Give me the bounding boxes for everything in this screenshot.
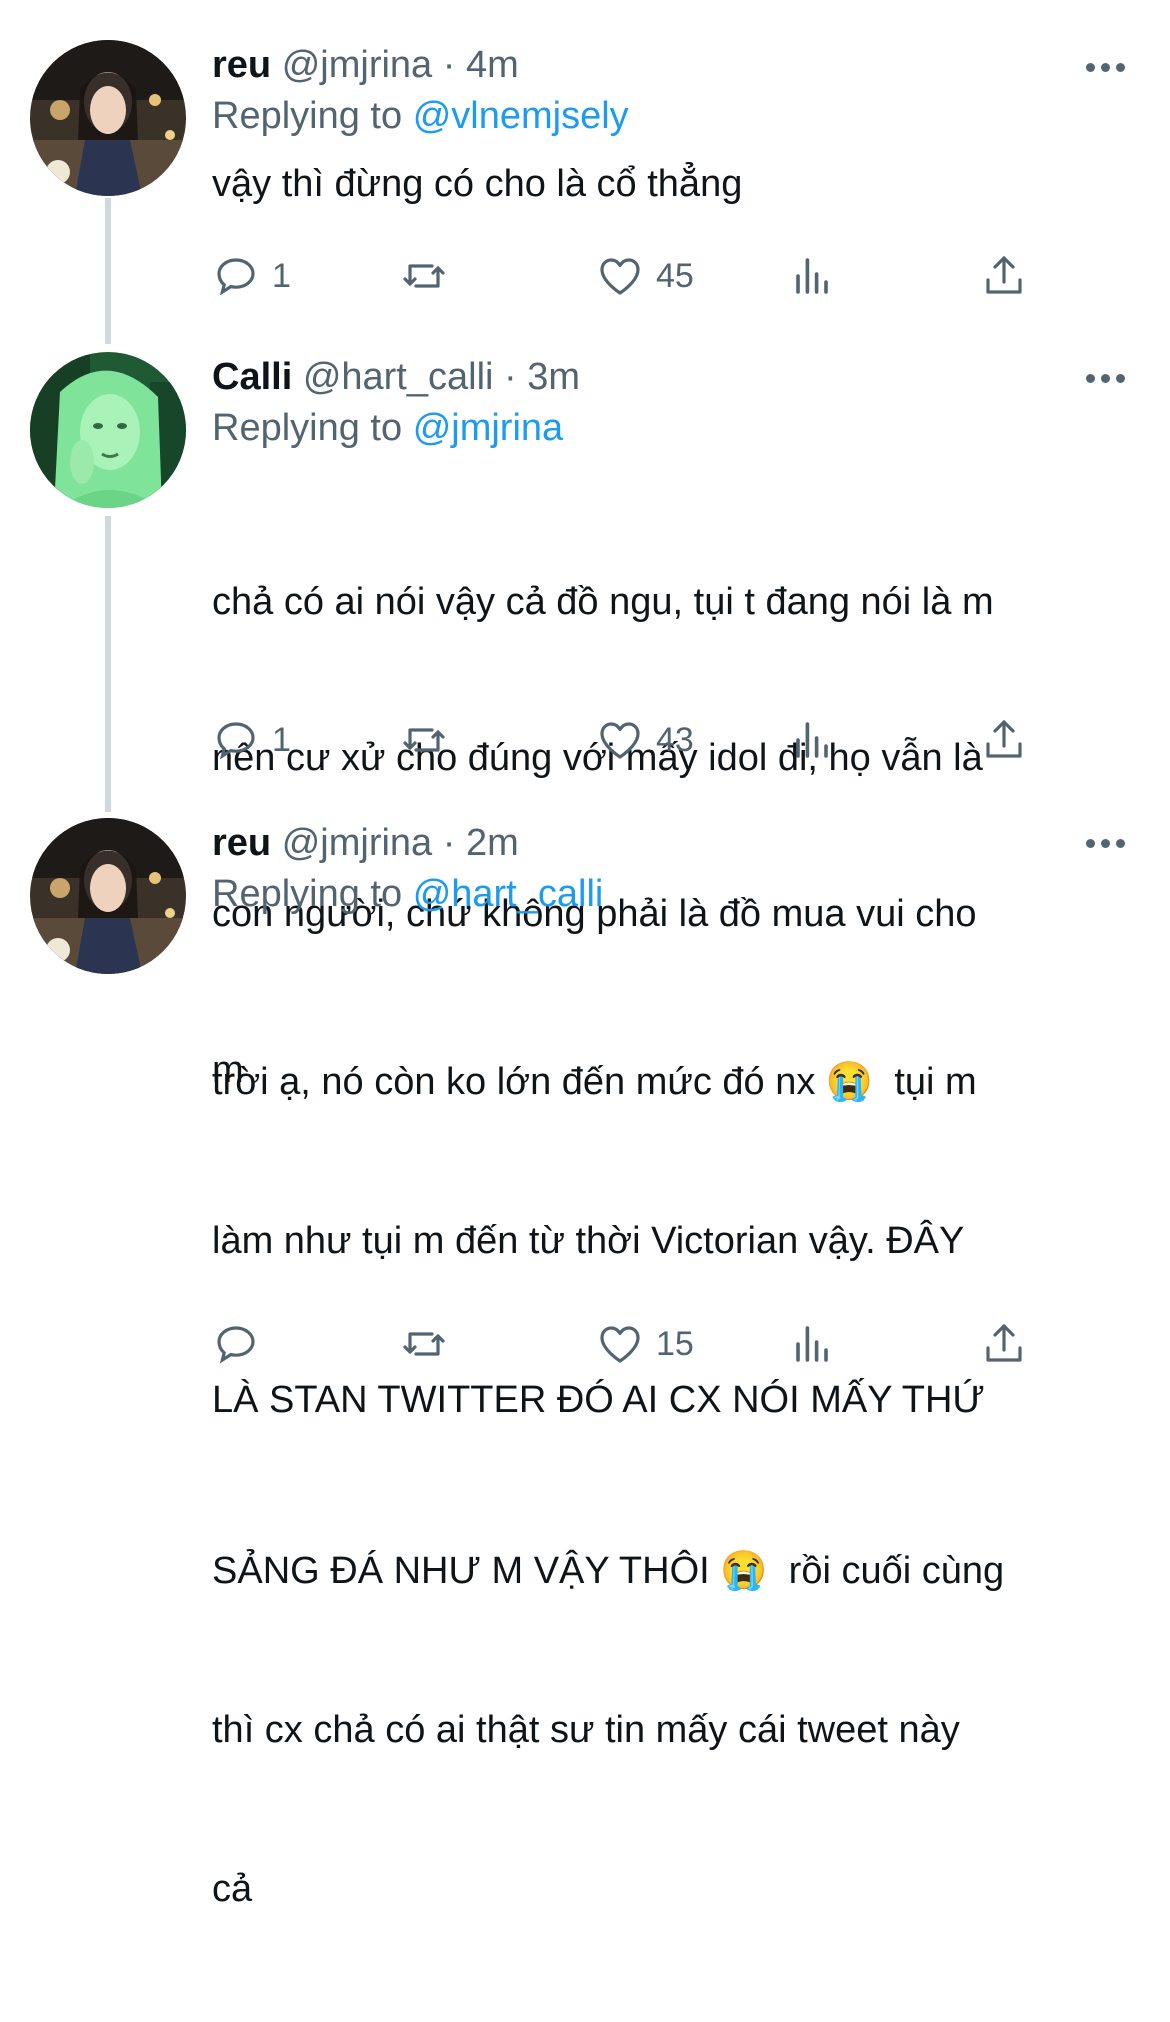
timestamp[interactable]: 4m <box>466 44 519 86</box>
tweet-text-line: làm như tụi m đến từ thời Victorian vậy.… <box>212 1220 965 1262</box>
heart-outline-icon <box>600 258 640 295</box>
analytics-button[interactable] <box>788 710 836 770</box>
mention-link[interactable]: @jmjrina <box>413 407 563 449</box>
reply-button[interactable] <box>212 1314 272 1374</box>
bar-chart-icon <box>796 722 828 758</box>
timestamp[interactable]: 3m <box>527 356 580 398</box>
tweet-actions: 15 <box>212 1314 1052 1374</box>
share-upload-icon <box>986 720 1022 758</box>
tweet-text-line: SẢNG ĐÁ NHƯ M VẬY THÔI 😭 rồi cuối cùng <box>212 1550 1005 1592</box>
reply-count: 1 <box>272 720 291 759</box>
share-button[interactable] <box>980 710 1028 770</box>
like-button[interactable]: 45 <box>596 246 694 306</box>
replying-to: Replying to @jmjrina <box>212 402 1126 454</box>
heart-outline-icon <box>600 722 640 759</box>
bar-chart-icon <box>796 1326 828 1362</box>
retweet-button[interactable] <box>400 246 460 306</box>
reply-count: 1 <box>272 256 291 295</box>
tweet-text-line: thì cx chả có ai thật sư tin mấy cái twe… <box>212 1709 960 1751</box>
tweet-1[interactable]: reu @jmjrina · 4m Replying to @vlnemjsel… <box>0 0 1170 340</box>
tweet-text-line: cả <box>212 1868 253 1910</box>
analytics-button[interactable] <box>788 246 836 306</box>
tweet-3[interactable]: reu @jmjrina · 2m Replying to @hart_call… <box>0 810 1170 1910</box>
share-button[interactable] <box>980 1314 1028 1374</box>
mention-link[interactable]: @vlnemjsely <box>413 95 629 137</box>
retweet-arrows-icon <box>403 728 445 752</box>
heart-outline-icon <box>600 1326 640 1363</box>
like-count: 43 <box>656 720 694 759</box>
tweet-text: vậy thì đừng có cho là cổ thẳng <box>212 163 743 205</box>
retweet-arrows-icon <box>403 1332 445 1356</box>
avatar[interactable] <box>30 40 186 196</box>
speech-bubble-icon <box>217 1326 255 1364</box>
more-options-icon[interactable] <box>1086 836 1126 850</box>
replying-label: Replying to <box>212 873 403 915</box>
replying-label: Replying to <box>212 95 403 137</box>
like-button[interactable]: 15 <box>596 1314 694 1374</box>
user-handle[interactable]: @jmjrina <box>282 822 432 864</box>
separator: · <box>442 822 456 864</box>
display-name[interactable]: Calli <box>212 356 292 398</box>
share-upload-icon <box>986 256 1022 294</box>
more-options-icon[interactable] <box>1086 371 1126 385</box>
bar-chart-icon <box>796 258 828 294</box>
like-count: 45 <box>656 256 694 295</box>
display-name[interactable]: reu <box>212 822 271 864</box>
like-count: 15 <box>656 1324 694 1363</box>
analytics-button[interactable] <box>788 1314 836 1374</box>
share-upload-icon <box>986 1324 1022 1362</box>
replying-label: Replying to <box>212 407 403 449</box>
user-handle[interactable]: @hart_calli <box>303 356 494 398</box>
tweet-actions: 1 43 <box>212 710 1052 770</box>
share-button[interactable] <box>980 246 1028 306</box>
replying-to: Replying to @vlnemjsely <box>212 90 1126 142</box>
retweet-button[interactable] <box>400 710 460 770</box>
reply-button[interactable]: 1 <box>212 710 291 770</box>
tweet-text-line: chả có ai nói vậy cả đồ ngu, tụi t đang … <box>212 581 994 623</box>
tweet-text: trời ạ, nó còn ko lớn đến mức đó nx 😭 tụ… <box>212 950 1126 2022</box>
separator: · <box>504 356 517 398</box>
more-options-icon[interactable] <box>1086 60 1126 74</box>
tweet-text-line: trời ạ, nó còn ko lớn đến mức đó nx 😭 tụ… <box>212 1061 977 1103</box>
tweet-text-line: LÀ STAN TWITTER ĐÓ AI CX NÓI MẤY THỨ <box>212 1379 985 1421</box>
like-button[interactable]: 43 <box>596 710 694 770</box>
reply-button[interactable]: 1 <box>212 246 291 306</box>
tweet-actions: 1 45 <box>212 246 1052 306</box>
avatar[interactable] <box>30 352 186 508</box>
separator: · <box>442 44 456 86</box>
tweet-header: Calli @hart_calli · 3m <box>212 352 1126 402</box>
retweet-button[interactable] <box>400 1314 460 1374</box>
tweet-header: reu @jmjrina · 4m <box>212 40 1126 90</box>
display-name[interactable]: reu <box>212 44 271 86</box>
avatar[interactable] <box>30 818 186 974</box>
mention-link[interactable]: @hart_calli <box>413 873 604 915</box>
tweet-header: reu @jmjrina · 2m <box>212 818 1126 868</box>
tweet-2[interactable]: Calli @hart_calli · 3m Replying to @jmjr… <box>0 340 1170 1091</box>
retweet-arrows-icon <box>403 264 445 288</box>
replying-to: Replying to @hart_calli <box>212 868 1126 920</box>
speech-bubble-icon <box>217 258 255 296</box>
timestamp[interactable]: 2m <box>466 822 519 864</box>
user-handle[interactable]: @jmjrina <box>282 44 432 86</box>
speech-bubble-icon <box>217 722 255 760</box>
